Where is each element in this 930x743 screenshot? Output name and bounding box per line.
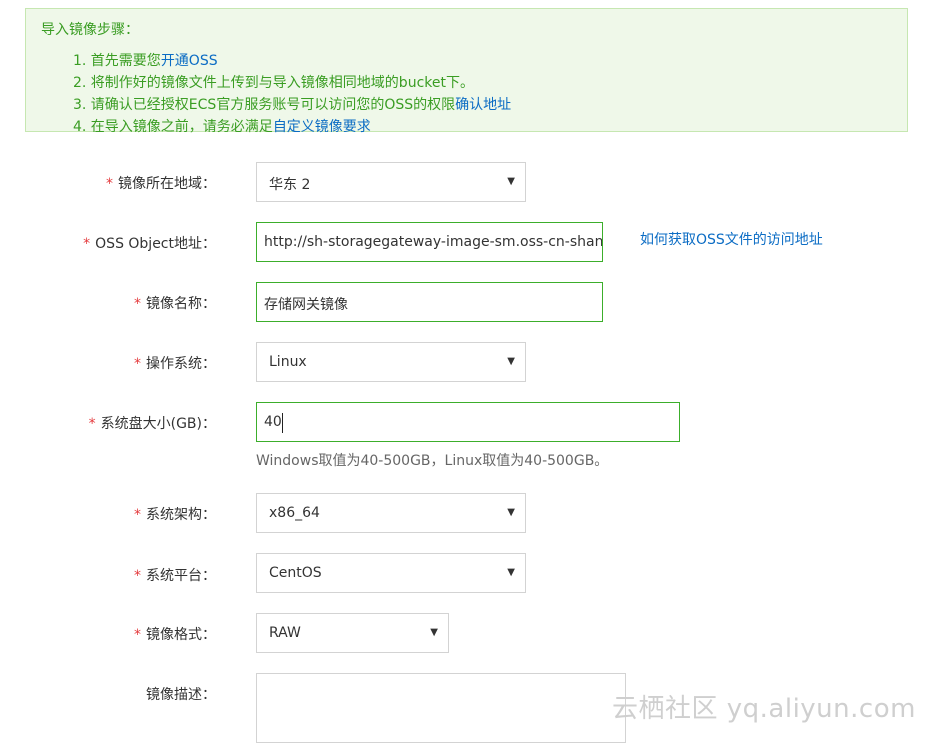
format-select[interactable]: RAW ▼: [256, 613, 449, 653]
step-3: 3. 请确认已经授权ECS官方服务账号可以访问您的OSS的权限确认地址: [73, 94, 511, 114]
required-mark: *: [106, 176, 113, 192]
image-name-label-text: 镜像名称：: [146, 296, 216, 312]
step-4: 4. 在导入镜像之前，请务必满足自定义镜像要求: [73, 116, 371, 136]
step-1-text: 1. 首先需要您: [73, 53, 161, 69]
required-mark: *: [88, 416, 96, 432]
disk-size-value: 40: [264, 414, 282, 430]
caret-down-icon: ▼: [507, 567, 515, 578]
required-mark: *: [134, 627, 141, 643]
image-name-label: * 镜像名称：: [134, 293, 216, 313]
format-label: * 镜像格式：: [134, 624, 216, 644]
step-4-text: 4. 在导入镜像之前，请务必满足: [73, 119, 273, 135]
required-mark: *: [134, 507, 141, 523]
description-label: 镜像描述：: [146, 684, 216, 704]
arch-label-text: 系统架构：: [146, 507, 216, 523]
disk-size-label: * 系统盘大小(GB)：: [89, 413, 216, 433]
description-textarea[interactable]: [256, 673, 626, 743]
os-value: Linux: [269, 354, 307, 370]
platform-value: CentOS: [269, 565, 322, 581]
required-mark: *: [134, 296, 141, 312]
required-mark: *: [134, 568, 141, 584]
os-label: * 操作系统：: [134, 353, 216, 373]
custom-image-requirements-link[interactable]: 自定义镜像要求: [273, 119, 371, 135]
oss-url-label-text: OSS Object地址：: [95, 236, 216, 252]
step-2-text: 2. 将制作好的镜像文件上传到与导入镜像相同地域的bucket下。: [73, 75, 474, 91]
confirm-address-link[interactable]: 确认地址: [455, 97, 511, 113]
platform-select[interactable]: CentOS ▼: [256, 553, 526, 593]
disk-size-input[interactable]: 40: [256, 402, 680, 442]
oss-url-help-link[interactable]: 如何获取OSS文件的访问地址: [640, 229, 823, 249]
disk-size-hint: Windows取值为40-500GB，Linux取值为40-500GB。: [256, 453, 609, 469]
step-3-text: 3. 请确认已经授权ECS官方服务账号可以访问您的OSS的权限: [73, 97, 456, 113]
platform-label-text: 系统平台：: [146, 568, 216, 584]
text-cursor: [282, 413, 283, 433]
required-mark: *: [83, 236, 91, 252]
oss-url-label: * OSS Object地址：: [83, 233, 216, 253]
step-2: 2. 将制作好的镜像文件上传到与导入镜像相同地域的bucket下。: [73, 72, 474, 92]
image-name-value: 存储网关镜像: [264, 297, 348, 313]
disk-size-label-text: 系统盘大小(GB)：: [100, 416, 216, 432]
step-1: 1. 首先需要您开通OSS: [73, 50, 218, 70]
caret-down-icon: ▼: [507, 507, 515, 518]
required-mark: *: [134, 356, 141, 372]
enable-oss-link[interactable]: 开通OSS: [161, 53, 218, 69]
import-steps-notice: 导入镜像步骤： 1. 首先需要您开通OSS 2. 将制作好的镜像文件上传到与导入…: [25, 8, 908, 135]
region-label-text: 镜像所在地域：: [118, 176, 216, 192]
platform-label: * 系统平台：: [134, 565, 216, 585]
arch-value: x86_64: [269, 505, 320, 521]
caret-down-icon: ▼: [430, 627, 438, 638]
image-name-input[interactable]: 存储网关镜像: [256, 282, 603, 322]
os-label-text: 操作系统：: [146, 356, 216, 372]
format-value: RAW: [269, 625, 301, 641]
description-label-text: 镜像描述：: [146, 687, 216, 703]
arch-select[interactable]: x86_64 ▼: [256, 493, 526, 533]
region-label: * 镜像所在地域：: [106, 173, 216, 193]
oss-url-input[interactable]: http://sh-storagegateway-image-sm.oss-cn…: [256, 222, 603, 262]
format-label-text: 镜像格式：: [146, 627, 216, 643]
region-value: 华东 2: [269, 177, 311, 193]
notice-title: 导入镜像步骤：: [41, 22, 139, 38]
region-select[interactable]: 华东 2 ▼: [256, 162, 526, 202]
oss-url-value: http://sh-storagegateway-image-sm.oss-cn…: [264, 234, 603, 250]
os-select[interactable]: Linux ▼: [256, 342, 526, 382]
caret-down-icon: ▼: [507, 356, 515, 367]
caret-down-icon: ▼: [507, 176, 515, 187]
watermark: 云栖社区 yq.aliyun.com: [612, 694, 916, 724]
arch-label: * 系统架构：: [134, 504, 216, 524]
